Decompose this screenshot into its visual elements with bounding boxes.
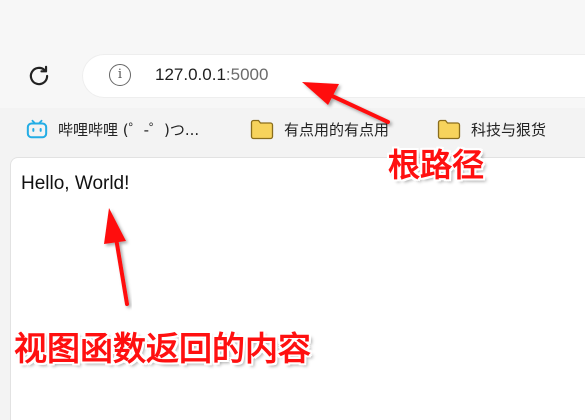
page-content: Hello, World! bbox=[10, 157, 585, 420]
reload-button[interactable] bbox=[24, 61, 54, 91]
bilibili-icon bbox=[26, 119, 48, 139]
url-text[interactable]: 127.0.0.1:5000 bbox=[155, 65, 268, 85]
bookmarks-bar: 哔哩哔哩 (゜-゜)つ... 有点用的有点用 科技与狠货 bbox=[0, 110, 585, 148]
bookmark-label: 科技与狠货 bbox=[471, 120, 547, 139]
site-info-icon[interactable]: i bbox=[109, 64, 131, 86]
bookmark-bilibili[interactable]: 哔哩哔哩 (゜-゜)つ... bbox=[26, 116, 199, 142]
bookmark-label: 哔哩哔哩 (゜-゜)つ... bbox=[58, 120, 200, 139]
bookmark-folder-useful[interactable]: 有点用的有点用 bbox=[250, 116, 389, 142]
url-host: 127.0.0.1 bbox=[155, 65, 226, 84]
reload-icon bbox=[29, 65, 49, 86]
folder-icon bbox=[437, 119, 461, 140]
bookmark-folder-tech[interactable]: 科技与狠货 bbox=[437, 116, 546, 142]
browser-window: i 127.0.0.1:5000 哔哩哔哩 (゜-゜)つ... 有点用的有点用 … bbox=[0, 0, 585, 420]
browser-toolbar: i 127.0.0.1:5000 bbox=[0, 0, 585, 108]
page-body-text: Hello, World! bbox=[21, 173, 130, 194]
url-port: :5000 bbox=[225, 65, 269, 84]
bookmark-label: 有点用的有点用 bbox=[284, 120, 390, 139]
folder-icon bbox=[250, 119, 274, 140]
url-annotation-label: 根路径 bbox=[388, 146, 485, 184]
content-annotation-label: 视图函数返回的内容 bbox=[14, 329, 311, 368]
address-bar[interactable]: i 127.0.0.1:5000 bbox=[82, 54, 585, 98]
